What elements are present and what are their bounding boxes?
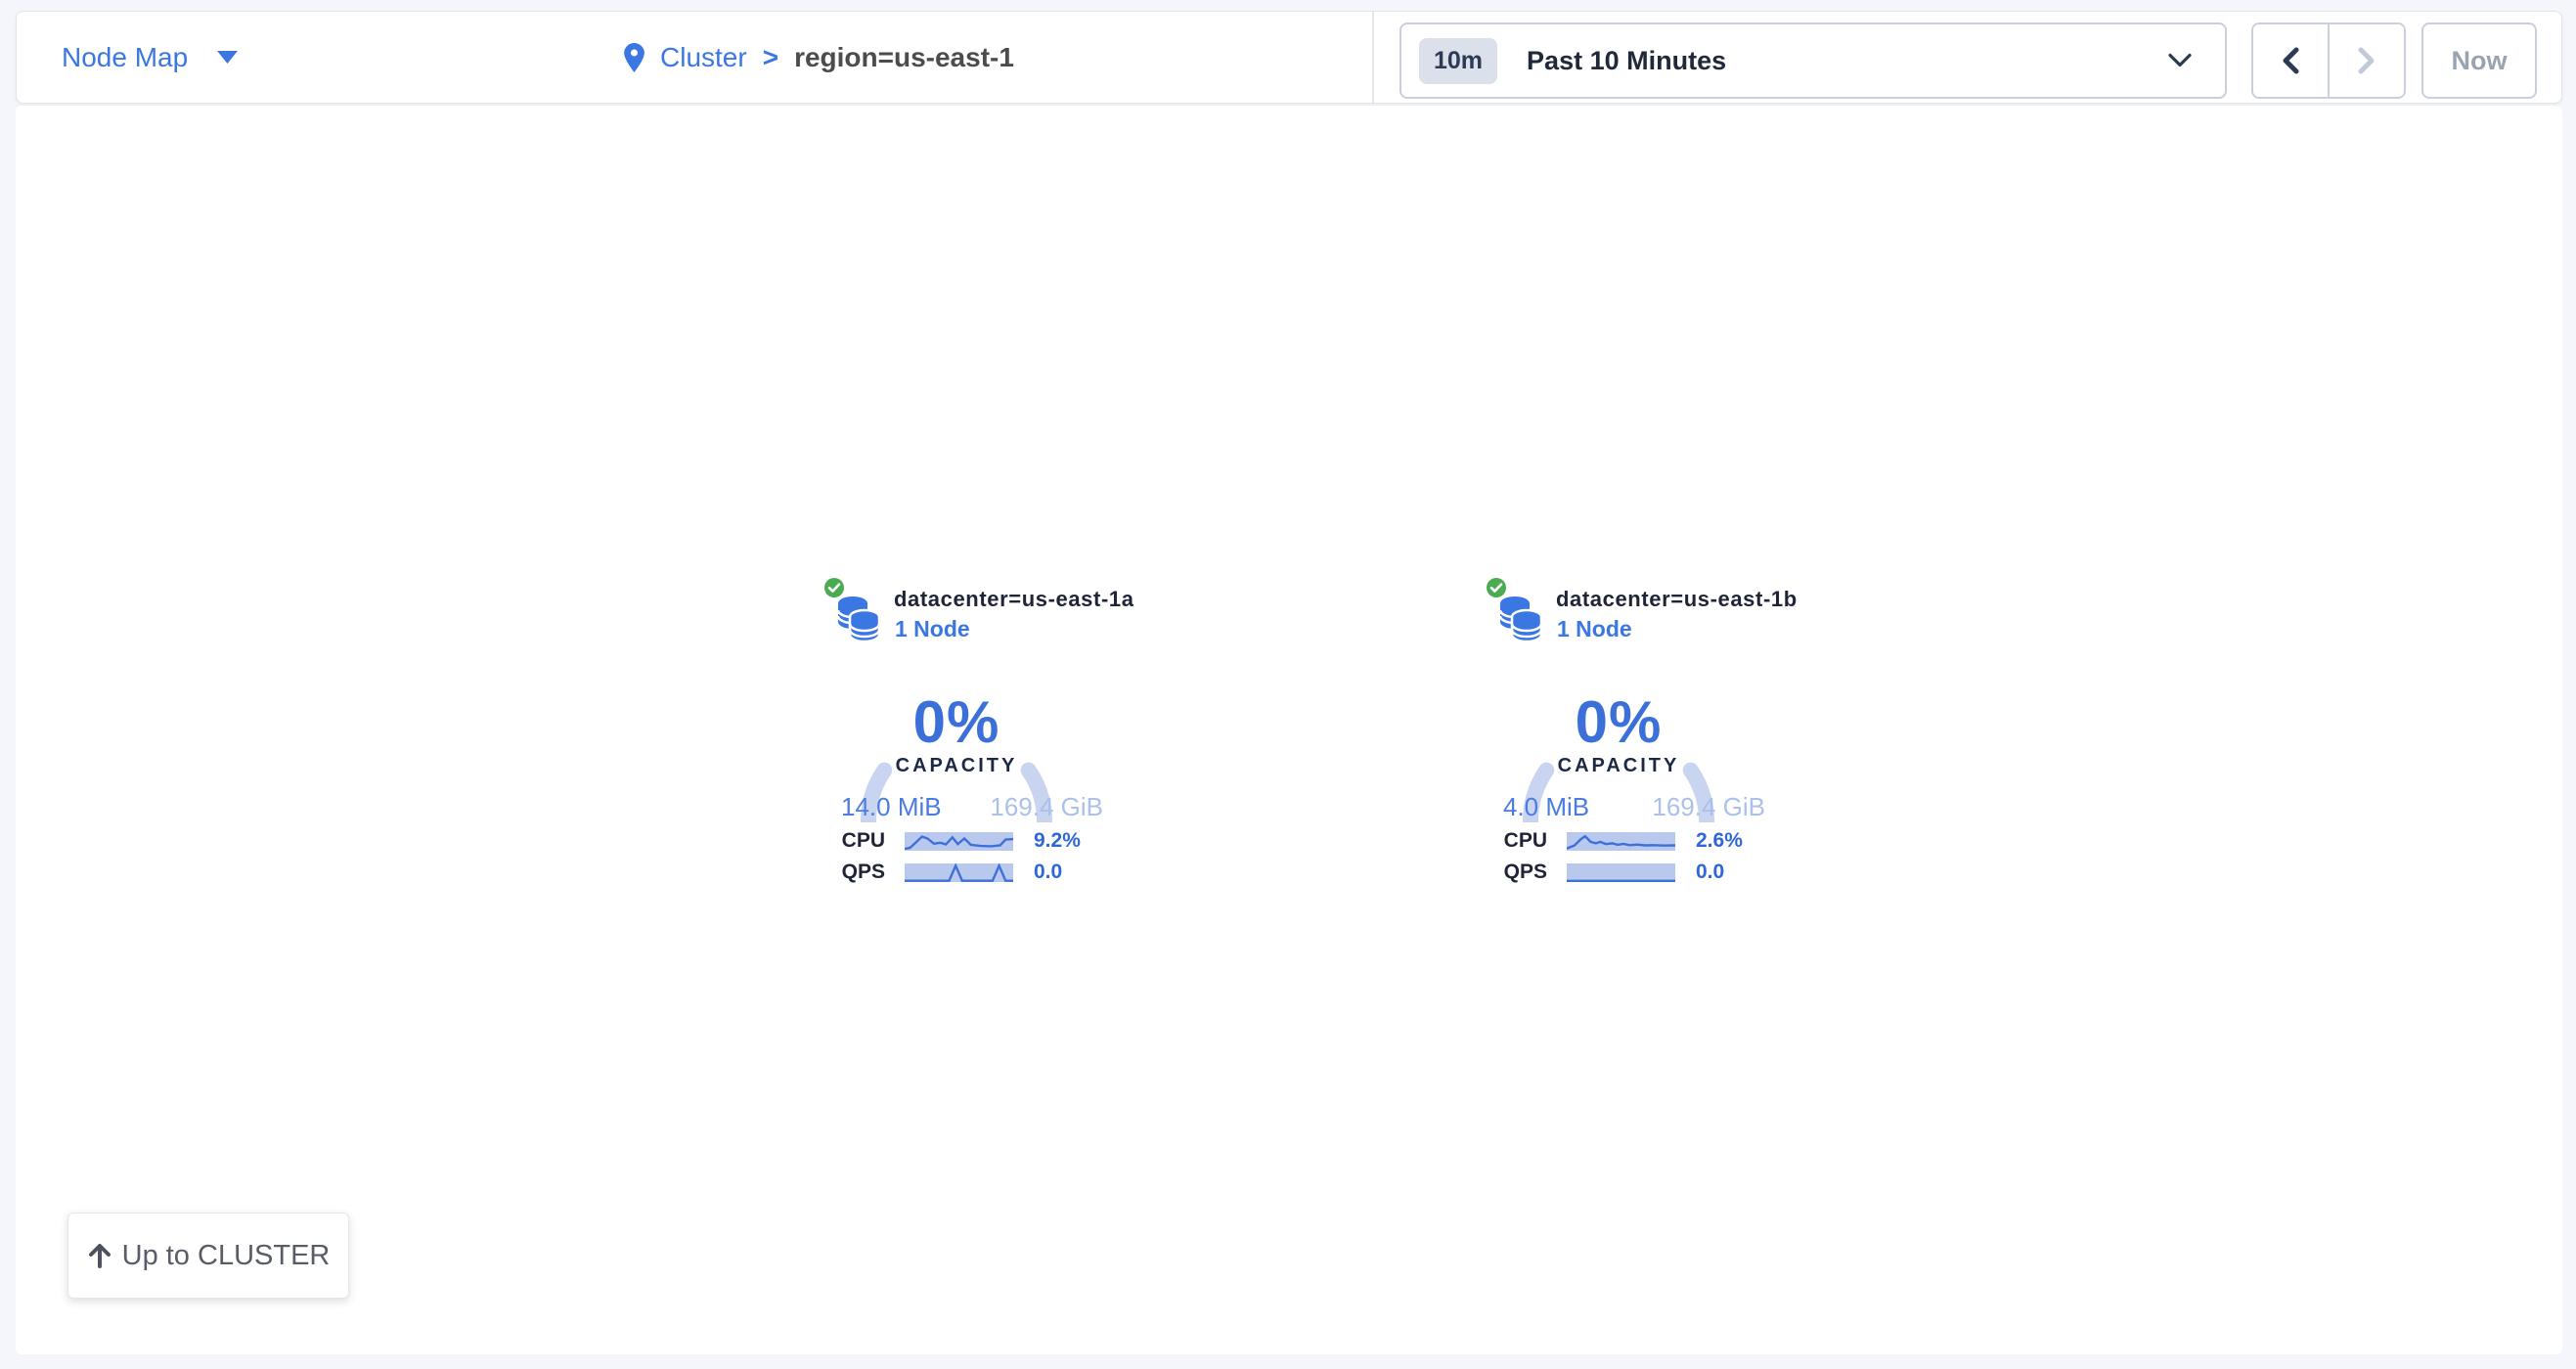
capacity-used: 14.0 MiB bbox=[841, 792, 942, 822]
capacity-used: 4.0 MiB bbox=[1503, 792, 1589, 822]
location-pin-icon bbox=[624, 43, 644, 72]
qps-label: QPS bbox=[836, 861, 885, 884]
datacenter-card-us-east-1a[interactable]: datacenter=us-east-1a 1 Node 0% CAPACITY… bbox=[822, 570, 1108, 885]
cpu-value: 9.2% bbox=[1034, 829, 1081, 853]
capacity-label: CAPACITY bbox=[1516, 755, 1721, 777]
database-stack-icon bbox=[837, 595, 880, 642]
node-map-canvas: datacenter=us-east-1a 1 Node 0% CAPACITY… bbox=[16, 106, 2562, 1354]
topbar-divider bbox=[1372, 12, 1374, 103]
caret-down-icon bbox=[217, 51, 238, 65]
node-map-page: Node Map Cluster > region=us-east-1 10m … bbox=[0, 0, 2576, 1369]
prev-time-button[interactable] bbox=[2253, 24, 2328, 97]
breadcrumb-cluster-link[interactable]: Cluster bbox=[660, 42, 747, 73]
status-check-icon bbox=[1485, 576, 1508, 599]
qps-sparkline bbox=[1567, 863, 1675, 882]
capacity-total: 169.4 GiB bbox=[1652, 792, 1765, 822]
chevron-left-icon bbox=[2280, 46, 2301, 75]
time-range-badge: 10m bbox=[1419, 38, 1497, 84]
datacenter-title: datacenter=us-east-1a bbox=[894, 587, 1134, 612]
view-selector-dropdown[interactable]: Node Map bbox=[62, 12, 238, 103]
qps-sparkline bbox=[905, 863, 1013, 882]
cpu-value: 2.6% bbox=[1696, 829, 1743, 853]
cpu-label: CPU bbox=[836, 829, 885, 853]
chevron-right-icon bbox=[2356, 46, 2377, 75]
cpu-metric-row: CPU 9.2% bbox=[836, 830, 1081, 852]
cpu-sparkline bbox=[1567, 832, 1675, 851]
breadcrumb-separator: > bbox=[763, 42, 778, 73]
view-selector-label: Node Map bbox=[62, 42, 188, 73]
datacenter-card-us-east-1b[interactable]: datacenter=us-east-1b 1 Node 0% CAPACITY… bbox=[1485, 570, 1770, 885]
database-stack-icon bbox=[1499, 595, 1542, 642]
time-range-dropdown[interactable]: 10m Past 10 Minutes bbox=[1399, 22, 2227, 99]
now-button[interactable]: Now bbox=[2421, 22, 2537, 99]
capacity-total: 169.4 GiB bbox=[990, 792, 1103, 822]
cpu-metric-row: CPU 2.6% bbox=[1498, 830, 1743, 852]
qps-value: 0.0 bbox=[1034, 861, 1062, 884]
qps-metric-row: QPS 0.0 bbox=[1498, 861, 1724, 883]
breadcrumb-current: region=us-east-1 bbox=[794, 42, 1014, 73]
up-to-cluster-label: Up to CLUSTER bbox=[122, 1240, 331, 1272]
next-time-button[interactable] bbox=[2328, 24, 2404, 97]
capacity-percent: 0% bbox=[854, 688, 1059, 756]
capacity-values: 4.0 MiB 169.4 GiB bbox=[1503, 792, 1765, 822]
time-pager bbox=[2251, 22, 2406, 99]
capacity-label: CAPACITY bbox=[854, 755, 1059, 777]
chevron-down-icon bbox=[2168, 54, 2192, 68]
cpu-label: CPU bbox=[1498, 829, 1547, 853]
up-to-cluster-button[interactable]: Up to CLUSTER bbox=[67, 1213, 349, 1299]
qps-metric-row: QPS 0.0 bbox=[836, 861, 1062, 883]
qps-value: 0.0 bbox=[1696, 861, 1724, 884]
datacenter-title: datacenter=us-east-1b bbox=[1556, 587, 1798, 612]
status-check-icon bbox=[822, 576, 846, 599]
topbar: Node Map Cluster > region=us-east-1 10m … bbox=[16, 11, 2562, 104]
time-range-label: Past 10 Minutes bbox=[1527, 46, 1726, 76]
capacity-percent: 0% bbox=[1516, 688, 1721, 756]
qps-label: QPS bbox=[1498, 861, 1547, 884]
arrow-up-icon bbox=[87, 1242, 112, 1269]
capacity-values: 14.0 MiB 169.4 GiB bbox=[841, 792, 1103, 822]
breadcrumb: Cluster > region=us-east-1 bbox=[624, 12, 1014, 103]
cpu-sparkline bbox=[905, 832, 1013, 851]
